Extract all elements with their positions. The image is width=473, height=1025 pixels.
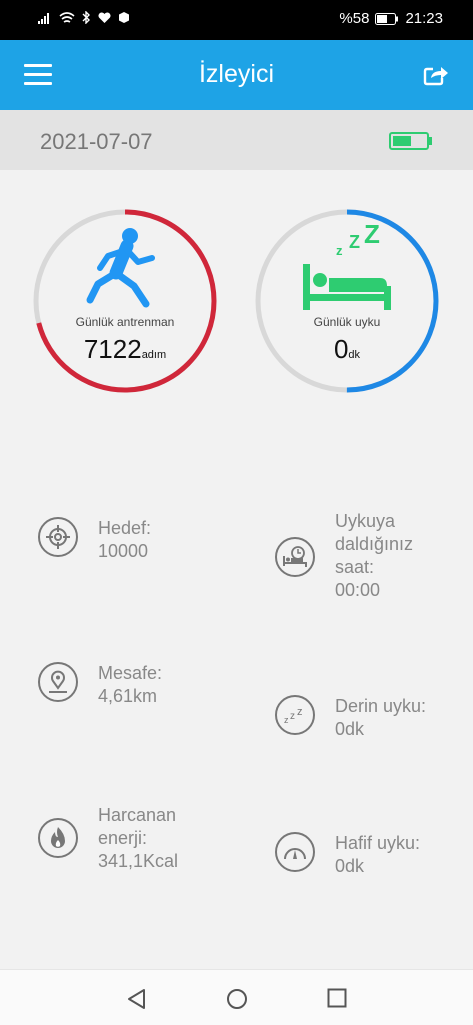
svg-text:z: z: [336, 243, 343, 258]
target-icon: [38, 517, 78, 557]
activity-ring[interactable]: Günlük antrenman 7122adım: [32, 208, 218, 394]
status-icons: [38, 11, 130, 24]
runner-icon: [86, 228, 155, 308]
sleep-label: Günlük uyku: [313, 315, 381, 329]
heart-icon: [98, 11, 111, 23]
deep-sleep-stat: zzz Derin uyku: 0dk: [275, 695, 426, 741]
svg-text:Z: Z: [364, 219, 380, 249]
bedtime-text: Uykuya daldığınız saat: 00:00: [335, 511, 414, 600]
app-bar: İzleyici: [0, 40, 473, 110]
step-count: 7122: [83, 334, 142, 364]
sleep-minutes: 0: [333, 334, 349, 364]
device-battery-icon: [389, 132, 432, 150]
battery-percent: %58: [339, 10, 370, 27]
light-sleep-gauge-icon: [275, 832, 315, 872]
status-bar: %58 21:23: [0, 0, 473, 40]
phone-battery-icon: [375, 12, 399, 25]
clock: 21:23: [405, 10, 443, 27]
date-label[interactable]: 2021-07-07: [40, 129, 153, 155]
system-nav-bar: [0, 969, 473, 1025]
goal-text: Hedef: 10000: [98, 518, 152, 561]
svg-text:z: z: [284, 715, 289, 725]
share-icon[interactable]: [423, 62, 449, 86]
bed-clock-icon: [275, 537, 315, 577]
sleep-ring[interactable]: z Z Z Günlük uyku 0dk: [254, 208, 440, 394]
sleep-unit: dk: [348, 349, 361, 361]
cube-icon: [119, 12, 129, 23]
activity-label: Günlük antrenman: [75, 315, 175, 329]
back-icon[interactable]: [126, 988, 146, 1010]
distance-text: Mesafe: 4,61km: [98, 663, 163, 706]
home-icon[interactable]: [226, 988, 248, 1010]
goal-stat: Hedef: 10000: [38, 517, 151, 563]
deep-sleep-text: Derin uyku: 0dk: [335, 696, 427, 739]
light-sleep-stat: Hafif uyku: 0dk: [275, 832, 420, 878]
sleeping-bed-icon: z Z Z: [303, 219, 391, 310]
recents-icon[interactable]: [327, 988, 347, 1008]
svg-text:Z: Z: [349, 232, 360, 252]
distance-stat: Mesafe: 4,61km: [38, 662, 162, 708]
flame-icon: [38, 818, 78, 858]
energy-text: Harcanan enerji: 341,1Kcal: [98, 805, 179, 871]
svg-text:z: z: [297, 706, 303, 718]
bluetooth-icon: [82, 11, 90, 24]
svg-text:z: z: [290, 711, 295, 722]
page-title: İzleyici: [198, 60, 274, 88]
activity-value: 7122adım: [32, 334, 218, 365]
wifi-icon: [59, 11, 75, 23]
location-pin-icon: [38, 662, 78, 702]
step-unit: adım: [141, 349, 167, 361]
signal-icon: [38, 12, 49, 24]
date-bar: 2021-07-07: [0, 110, 473, 170]
deep-sleep-icon: zzz: [275, 695, 315, 735]
energy-stat: Harcanan enerji: 341,1Kcal: [38, 804, 178, 873]
sleep-value: 0dk: [254, 334, 440, 365]
bedtime-stat: Uykuya daldığınız saat: 00:00: [275, 510, 413, 602]
light-sleep-text: Hafif uyku: 0dk: [335, 833, 421, 876]
